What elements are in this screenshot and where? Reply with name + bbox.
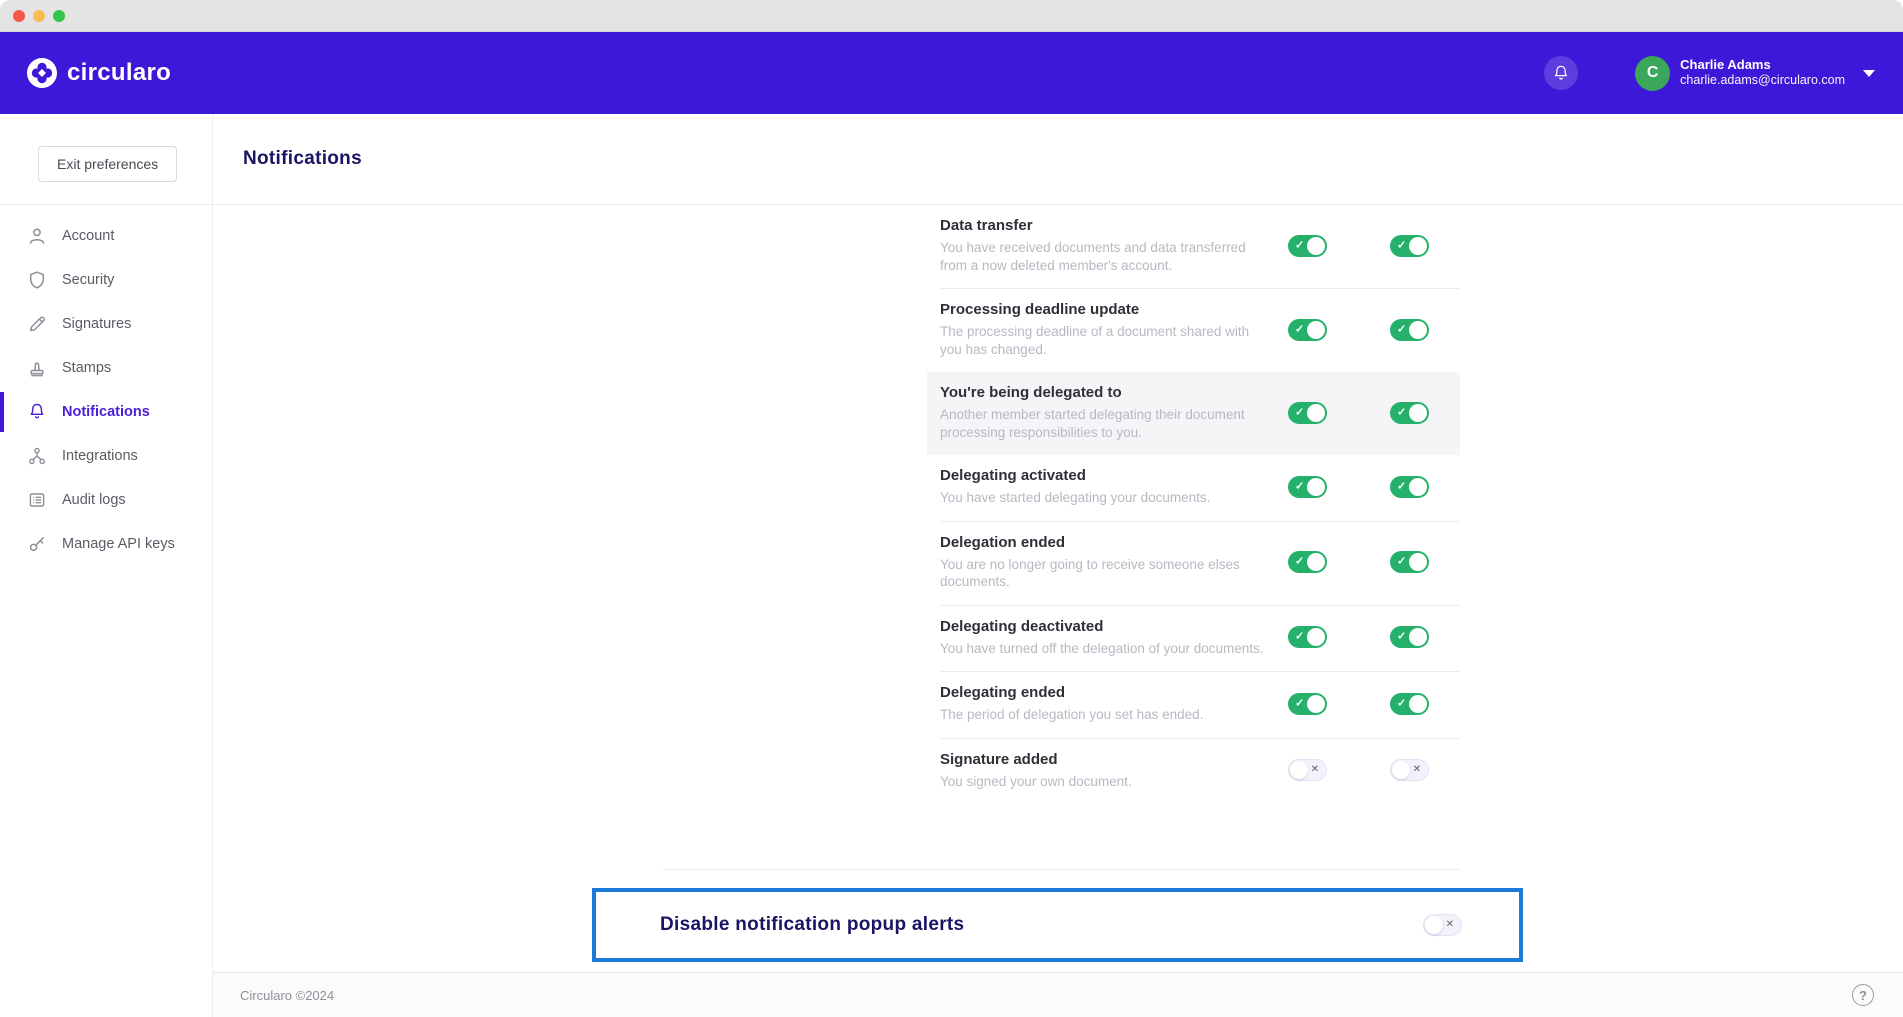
notification-row: Delegating deactivated You have turned o… xyxy=(940,606,1460,673)
sidebar-item-label: Account xyxy=(62,228,114,244)
toggle-delegation-ended-2[interactable] xyxy=(1390,551,1429,573)
sidebar-item-notifications[interactable]: Notifications xyxy=(0,390,212,434)
user-menu[interactable]: C Charlie Adams charlie.adams@circularo.… xyxy=(1635,56,1875,91)
notification-row: Data transfer You have received document… xyxy=(940,205,1460,289)
sidebar-item-label: Security xyxy=(62,272,114,288)
toggle-delegating-ended-2[interactable] xyxy=(1390,693,1429,715)
os-title-bar xyxy=(0,0,1903,32)
minimize-window-button[interactable] xyxy=(33,10,45,22)
toggle-delegating-ended-1[interactable] xyxy=(1288,693,1327,715)
notification-title: Delegating activated xyxy=(940,467,1288,484)
toggle-processing-deadline-2[interactable] xyxy=(1390,319,1429,341)
sidebar-item-integrations[interactable]: Integrations xyxy=(0,434,212,478)
page-title: Notifications xyxy=(243,148,362,170)
notification-title: Data transfer xyxy=(940,217,1288,234)
toggle-delegating-deactivated-2[interactable] xyxy=(1390,626,1429,648)
footer: Circularo ©2024 ? xyxy=(213,972,1903,1017)
notification-description: You have received documents and data tra… xyxy=(940,239,1272,274)
circularo-logo-icon xyxy=(27,58,57,88)
notification-title: Delegating deactivated xyxy=(940,618,1288,635)
circularo-logo[interactable]: circularo xyxy=(27,58,171,88)
toggle-delegating-activated-1[interactable] xyxy=(1288,476,1327,498)
notification-description: The processing deadline of a document sh… xyxy=(940,323,1272,358)
user-email: charlie.adams@circularo.com xyxy=(1680,73,1845,89)
toggle-disable-popup-alerts[interactable] xyxy=(1423,914,1462,936)
toggle-signature-added-2[interactable] xyxy=(1390,759,1429,781)
notification-title: Processing deadline update xyxy=(940,301,1288,318)
bell-icon xyxy=(1552,64,1570,83)
notification-description: You have turned off the delegation of yo… xyxy=(940,640,1272,658)
sidebar-item-security[interactable]: Security xyxy=(0,258,212,302)
list-icon xyxy=(27,490,47,510)
sitemap-icon xyxy=(27,446,47,466)
notification-row: Delegating ended The period of delegatio… xyxy=(940,672,1460,739)
sidebar-item-label: Signatures xyxy=(62,316,131,332)
notification-row: Delegating activated You have started de… xyxy=(940,455,1460,522)
brand-wordmark: circularo xyxy=(67,59,171,87)
sidebar-item-audit-logs[interactable]: Audit logs xyxy=(0,478,212,522)
bell-icon xyxy=(27,402,47,422)
toggle-delegation-ended-1[interactable] xyxy=(1288,551,1327,573)
page-header: Notifications xyxy=(213,114,1903,205)
toggle-being-delegated-1[interactable] xyxy=(1288,402,1327,424)
sidebar-item-manage-api-keys[interactable]: Manage API keys xyxy=(0,522,212,566)
pen-icon xyxy=(27,314,47,334)
notification-title: You're being delegated to xyxy=(940,384,1288,401)
shield-icon xyxy=(27,270,47,290)
app-header: circularo C Charlie Adams charlie.adams@… xyxy=(0,32,1903,114)
toggle-delegating-activated-2[interactable] xyxy=(1390,476,1429,498)
notification-row: Signature added You signed your own docu… xyxy=(940,739,1460,805)
notification-title: Signature added xyxy=(940,751,1288,768)
toggle-being-delegated-2[interactable] xyxy=(1390,402,1429,424)
toggle-data-transfer-1[interactable] xyxy=(1288,235,1327,257)
preferences-sidebar: Exit preferences Account Security xyxy=(0,114,213,1017)
sidebar-item-label: Integrations xyxy=(62,448,138,464)
toggle-data-transfer-2[interactable] xyxy=(1390,235,1429,257)
disable-popup-alerts-section: Disable notification popup alerts xyxy=(592,888,1523,962)
toggle-delegating-deactivated-1[interactable] xyxy=(1288,626,1327,648)
notification-row: Processing deadline update The processin… xyxy=(940,289,1460,372)
sidebar-item-label: Stamps xyxy=(62,360,111,376)
notification-title: Delegation ended xyxy=(940,534,1288,551)
copyright-text: Circularo ©2024 xyxy=(240,988,334,1003)
user-name: Charlie Adams xyxy=(1680,57,1845,73)
notification-title: Delegating ended xyxy=(940,684,1288,701)
app-window: circularo C Charlie Adams charlie.adams@… xyxy=(0,0,1903,1017)
disable-popup-alerts-label: Disable notification popup alerts xyxy=(660,914,964,936)
notification-description: You have started delegating your documen… xyxy=(940,489,1272,507)
exit-preferences-button[interactable]: Exit preferences xyxy=(38,146,177,182)
zoom-window-button[interactable] xyxy=(53,10,65,22)
key-icon xyxy=(27,534,47,554)
chevron-down-icon xyxy=(1863,70,1875,77)
sidebar-item-label: Audit logs xyxy=(62,492,126,508)
notification-settings: Data transfer You have received document… xyxy=(213,205,1903,972)
sidebar-item-label: Notifications xyxy=(62,404,150,420)
section-divider xyxy=(662,869,1460,870)
notification-row-highlighted: You're being delegated to Another member… xyxy=(927,372,1460,455)
avatar: C xyxy=(1635,56,1670,91)
sidebar-item-label: Manage API keys xyxy=(62,536,175,552)
sidebar-item-account[interactable]: Account xyxy=(0,214,212,258)
sidebar-item-stamps[interactable]: Stamps xyxy=(0,346,212,390)
stamp-icon xyxy=(27,358,47,378)
notification-description: You are no longer going to receive someo… xyxy=(940,556,1272,591)
toggle-signature-added-1[interactable] xyxy=(1288,759,1327,781)
help-button[interactable]: ? xyxy=(1852,984,1874,1006)
notification-description: You signed your own document. xyxy=(940,773,1272,791)
notifications-bell-button[interactable] xyxy=(1544,56,1578,90)
notification-row: Delegation ended You are no longer going… xyxy=(940,522,1460,606)
sidebar-item-signatures[interactable]: Signatures xyxy=(0,302,212,346)
notification-description: Another member started delegating their … xyxy=(940,406,1272,441)
sidebar-nav: Account Security Signatures xyxy=(0,205,212,566)
close-window-button[interactable] xyxy=(13,10,25,22)
toggle-processing-deadline-1[interactable] xyxy=(1288,319,1327,341)
person-icon xyxy=(27,226,47,246)
notification-description: The period of delegation you set has end… xyxy=(940,706,1272,724)
